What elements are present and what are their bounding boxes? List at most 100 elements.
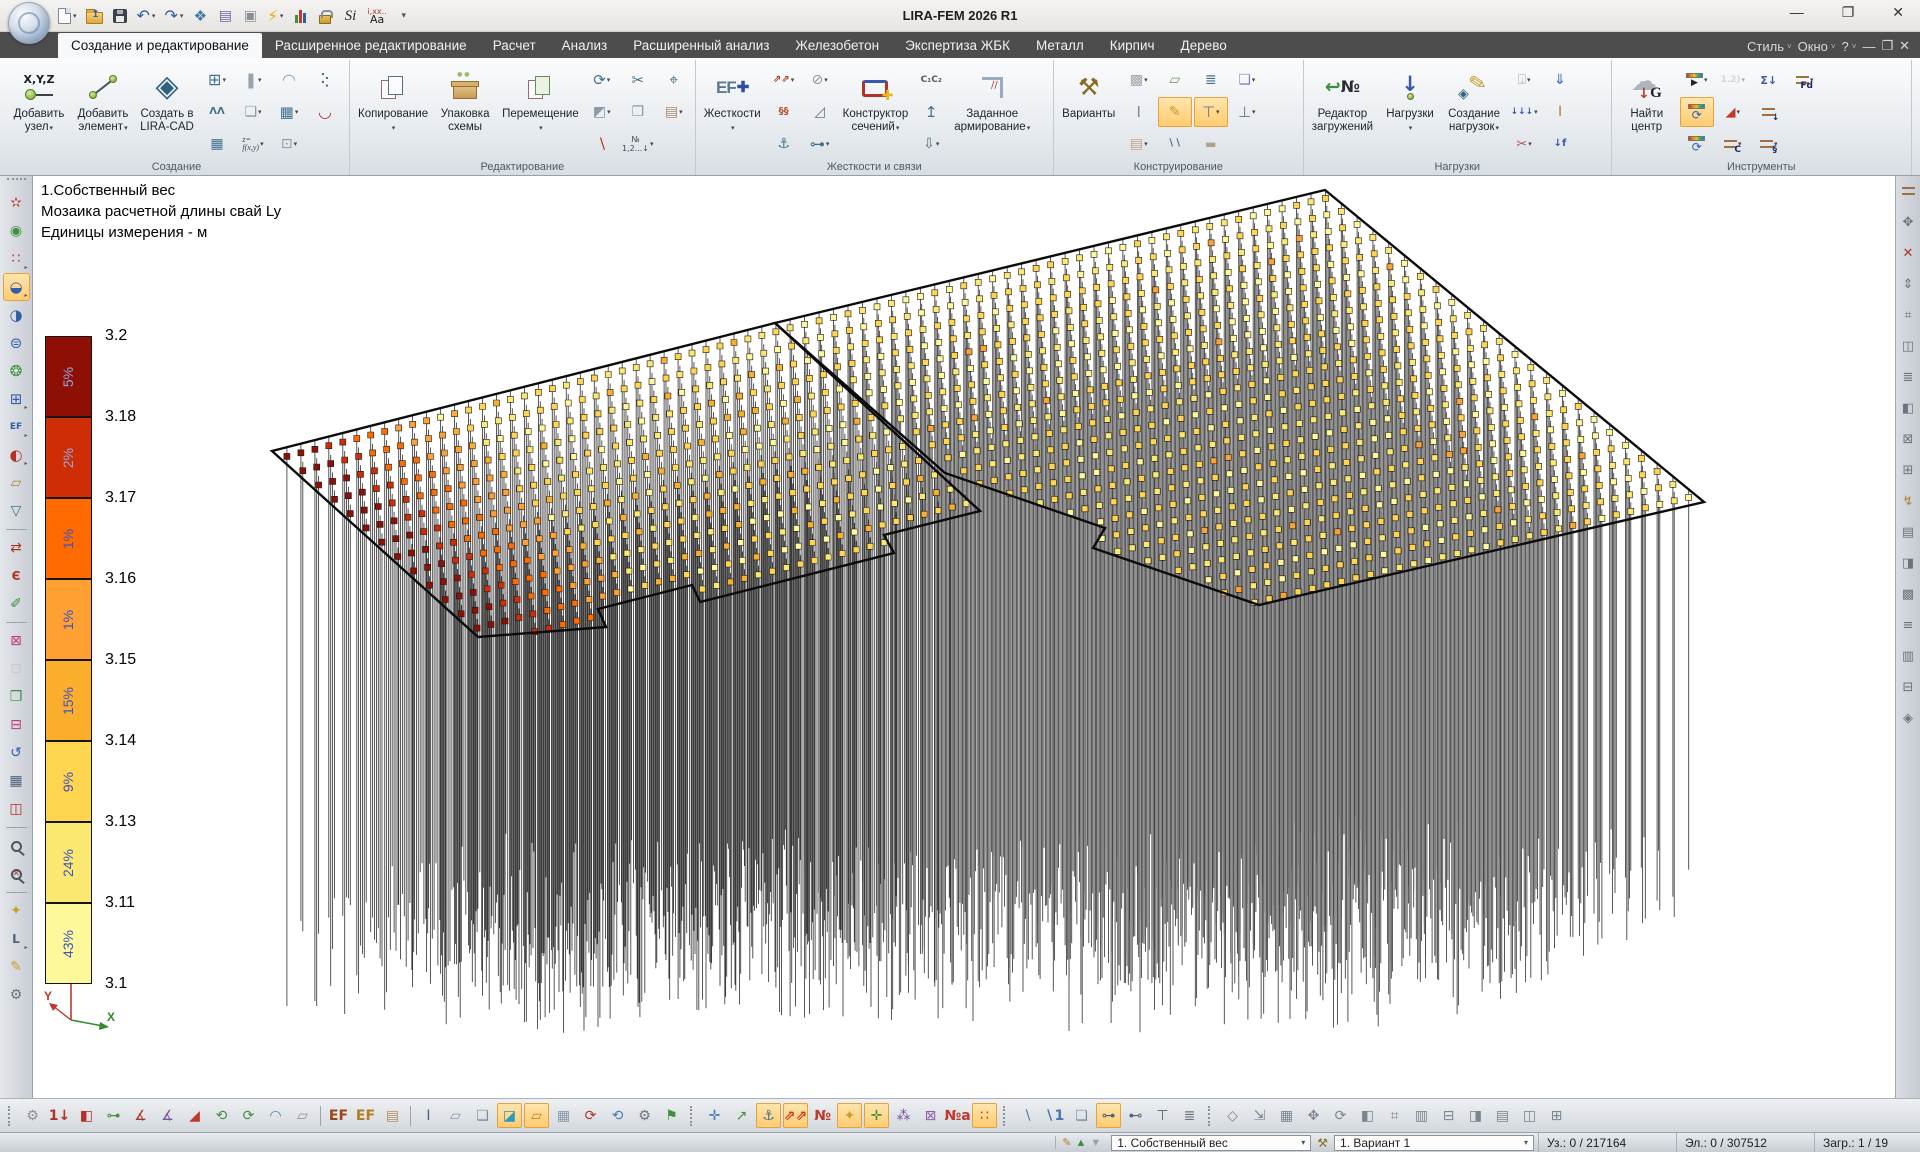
loadcase-down-button[interactable]: ▼ xyxy=(1090,1137,1101,1149)
diagram-button[interactable] xyxy=(292,4,308,28)
right-tool-move-button[interactable]: ✥ xyxy=(1898,212,1918,232)
section-display-button[interactable]: ◐▸ xyxy=(3,441,30,469)
fragment-inactive-button[interactable]: ⊡ xyxy=(3,655,30,683)
spatial-frame-button[interactable]: ▦ xyxy=(3,767,30,795)
cube-generate-button[interactable]: ❏▾ xyxy=(236,97,270,127)
paint-tool-button[interactable]: ✐ xyxy=(3,590,30,618)
mdi-close[interactable]: ✕ xyxy=(1899,38,1910,54)
select-elements-button[interactable]: ∷▸ xyxy=(3,245,30,273)
joint-tool-button[interactable]: ⊶ xyxy=(1096,1103,1121,1128)
solid-display-2-button[interactable]: ❏ xyxy=(470,1103,495,1128)
rotate-right-button[interactable]: ⟳ xyxy=(236,1103,261,1128)
epure-display-button[interactable]: Є xyxy=(3,562,30,590)
marked-frame-button[interactable]: ◫ xyxy=(3,795,30,823)
add-bars-button[interactable]: ∖∖ xyxy=(1158,129,1192,159)
section-constructor-button[interactable]: Конструкторсечений▾ xyxy=(839,61,913,160)
misc-3-button[interactable]: ▦ xyxy=(1274,1103,1299,1128)
mesh-display-button[interactable]: ▦ xyxy=(551,1103,576,1128)
tab-9[interactable]: Кирпич xyxy=(1097,33,1168,58)
loadcase-edit-button[interactable]: ✎ xyxy=(1062,1136,1071,1149)
misc-12-button[interactable]: ◫ xyxy=(1517,1103,1542,1128)
masonry-button[interactable]: ▤▾ xyxy=(1122,129,1156,159)
tab-6[interactable]: Железобетон xyxy=(782,33,892,58)
right-tool-rows-button[interactable]: ▤ xyxy=(1898,522,1918,542)
springs-button[interactable]: §§ xyxy=(767,97,801,127)
loadcase-number-button[interactable]: № xyxy=(810,1103,835,1128)
rod-tool-1-button[interactable]: ∖ xyxy=(1015,1103,1040,1128)
right-tool-half2-button[interactable]: ◨ xyxy=(1898,553,1918,573)
open-file-button[interactable] xyxy=(86,4,103,28)
tab-10[interactable]: Дерево xyxy=(1168,33,1240,58)
copy-loads-button[interactable]: ⇓ xyxy=(1543,65,1577,95)
select-polygon-button[interactable]: ✫ xyxy=(3,189,30,217)
dome-scheme-button[interactable]: ◠ xyxy=(272,65,306,95)
local-axes-2-button[interactable]: ∡ xyxy=(155,1103,180,1128)
lock-button[interactable] xyxy=(317,4,333,28)
flag-display-button[interactable]: ⚑ xyxy=(659,1103,684,1128)
add-element-button[interactable]: Добавитьэлемент▾ xyxy=(72,61,134,160)
close-button[interactable]: ✕ xyxy=(1892,4,1904,21)
beam-paint-button[interactable]: Ⅰ xyxy=(1543,97,1577,127)
mdi-restore[interactable]: ❐ xyxy=(1881,38,1893,54)
supports-button[interactable]: ⇗⇗▾ xyxy=(767,65,801,95)
pack-scheme-button[interactable]: Упаковкасхемы xyxy=(434,61,496,160)
dimensions-button[interactable]: L▸ xyxy=(3,925,30,953)
style-menu[interactable]: Стиль˅ xyxy=(1747,39,1792,54)
fragment-window-button[interactable]: ❒ xyxy=(3,683,30,711)
copy-button[interactable]: Копирование▾ xyxy=(354,61,432,160)
loadcase-select[interactable]: 1. Собственный вес ▾ xyxy=(1111,1135,1311,1151)
misc-11-button[interactable]: ▤ xyxy=(1490,1103,1515,1128)
node-links-button[interactable]: ⁂ xyxy=(891,1103,916,1128)
right-tool-diamond-button[interactable]: ◈ xyxy=(1898,708,1918,728)
tower-scheme-button[interactable]: ▦ xyxy=(200,129,234,159)
misc-10-button[interactable]: ◨ xyxy=(1463,1103,1488,1128)
spotlight-button[interactable]: ✦ xyxy=(3,897,30,925)
new-file-button[interactable]: ▾ xyxy=(58,4,77,28)
select-zoom-button[interactable]: ⌖ xyxy=(657,65,691,95)
mirror-button[interactable]: ◩▾ xyxy=(585,97,619,127)
local-axes-1-button[interactable]: ∡ xyxy=(128,1103,153,1128)
stiffness-display-button[interactable]: EF▸ xyxy=(3,413,30,441)
volume-tool-button[interactable]: ❏ xyxy=(1069,1103,1094,1128)
right-tool-list-button[interactable]: ≣ xyxy=(1898,367,1918,387)
load-values-button[interactable]: №a xyxy=(945,1103,970,1128)
maximize-button[interactable]: ❐ xyxy=(1842,4,1855,21)
snapshot-button[interactable]: ▣ xyxy=(242,4,258,28)
sum-loads-button[interactable]: Σ↓ xyxy=(1752,65,1786,95)
plate-display-2-button[interactable]: ▱ xyxy=(443,1103,468,1128)
plate-angle-button[interactable]: ◿ xyxy=(803,97,837,127)
plate-design-button[interactable]: ▱ xyxy=(1158,65,1192,95)
surface-fxy-button[interactable]: z=f(x,y)▾ xyxy=(236,129,270,159)
loadcase-up-button[interactable]: ▲ xyxy=(1075,1137,1086,1149)
right-tool-grid-button[interactable]: ⌗ xyxy=(1898,305,1918,325)
refresh-mosaic-button[interactable]: ⟳ xyxy=(1680,97,1714,127)
misc-8-button[interactable]: ▥ xyxy=(1409,1103,1434,1128)
list-tool-button[interactable]: ≣ xyxy=(1177,1103,1202,1128)
toolbar-handle[interactable] xyxy=(1208,1106,1214,1126)
envelope-button[interactable]: ⊠ xyxy=(918,1103,943,1128)
model-viewport[interactable]: 1.Собственный вес Мозаика расчетной длин… xyxy=(33,176,1895,1098)
stiffness-button[interactable]: EFЖесткости▾ xyxy=(700,61,765,160)
mosaic-fd-button[interactable]: Fd▾ xyxy=(1788,65,1822,95)
shaded-view-button[interactable]: ◪ xyxy=(497,1103,522,1128)
mdi-minimize[interactable]: — xyxy=(1862,39,1875,54)
tab-8[interactable]: Металл xyxy=(1023,33,1097,58)
variants-button[interactable]: ⚒Варианты xyxy=(1058,61,1120,160)
add-node-button[interactable]: X,Y,ZДобавитьузел▾ xyxy=(8,61,70,160)
levels-button[interactable]: ≣ xyxy=(1194,65,1228,95)
left-toolbar-handle[interactable] xyxy=(7,178,26,186)
isometric-view-button[interactable]: ❂ xyxy=(3,357,30,385)
redo-button[interactable]: ↷▾ xyxy=(164,4,183,28)
weight-load-button[interactable]: ⍗▾ xyxy=(1507,65,1541,95)
load-arrows-display-button[interactable]: ⇗⇗ xyxy=(783,1103,808,1128)
pile-in-soil-button[interactable]: ⇩▾ xyxy=(914,129,948,159)
misc-2-button[interactable]: ⇲ xyxy=(1247,1103,1272,1128)
rotate-left-button[interactable]: ⟲ xyxy=(209,1103,234,1128)
quick-run-button[interactable]: ⚡▾ xyxy=(267,4,283,28)
epure-tool-button[interactable]: ◢▾ xyxy=(1716,97,1750,127)
mesh-view-button[interactable]: ⊞▸ xyxy=(3,385,30,413)
frame-scheme-button[interactable]: ⊞▾ xyxy=(200,65,234,95)
rigging-button[interactable]: ⚓ xyxy=(767,129,801,159)
joints-button[interactable]: ⊶▾ xyxy=(803,129,837,159)
minimize-button[interactable]: — xyxy=(1790,4,1804,21)
